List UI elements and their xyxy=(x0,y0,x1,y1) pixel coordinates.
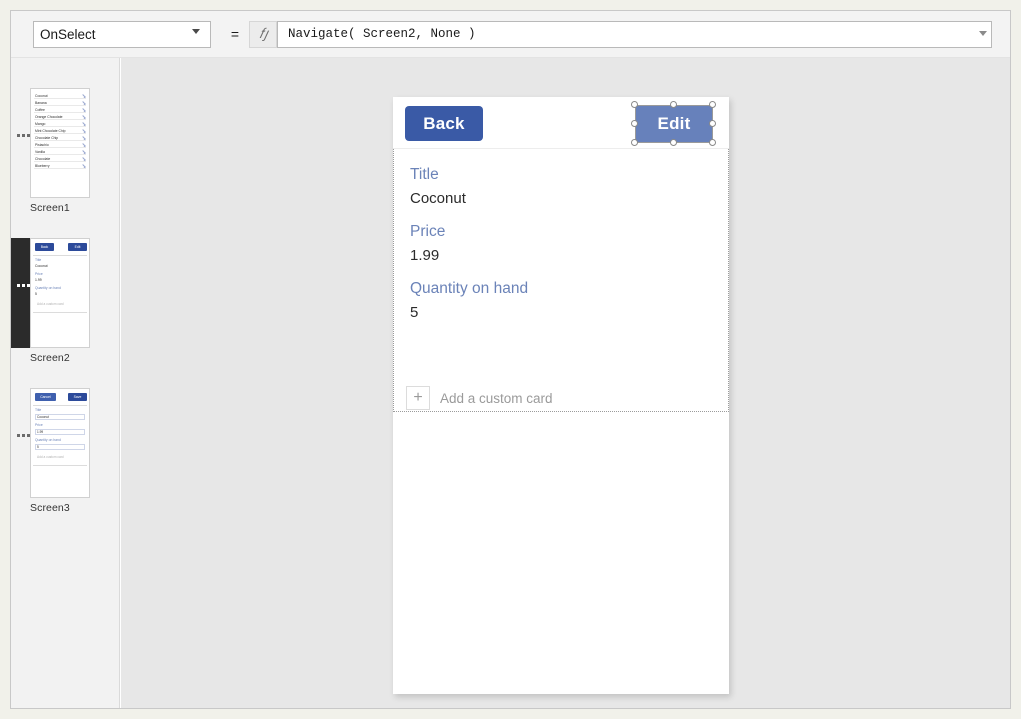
form-field-quantity-on-hand[interactable]: Quantity on hand 5 xyxy=(410,279,528,323)
formula-input[interactable]: Navigate( Screen2, None ) xyxy=(277,21,992,48)
add-custom-card-label: Add a custom card xyxy=(440,391,553,406)
thumb-cancel-button: Cancel xyxy=(35,393,56,401)
resize-handle-sw[interactable] xyxy=(631,139,638,146)
screen3-label: Screen3 xyxy=(30,502,70,514)
thumb-divider xyxy=(33,312,87,313)
thumb-list-item: Coconut xyxy=(34,93,86,99)
thumb-list-item: Blueberry xyxy=(34,163,86,169)
fx-icon[interactable]: 𝑓𝚥 xyxy=(249,21,277,48)
thumb-add-custom-card: Add a custom card xyxy=(37,302,64,306)
thumb-field-value: Coconut xyxy=(35,264,48,268)
thumb-field-input: Coconut xyxy=(35,414,85,420)
property-select[interactable]: OnSelect xyxy=(33,21,211,48)
formula-expand-chevron-down-icon[interactable] xyxy=(979,31,987,36)
thumb-list-item: Pistachio xyxy=(34,142,86,148)
resize-handle-w[interactable] xyxy=(631,120,638,127)
screens-sidebar[interactable]: Coconut Banana Coffee Orange Chocolate M… xyxy=(11,58,120,708)
resize-handle-ne[interactable] xyxy=(709,101,716,108)
field-value: 5 xyxy=(410,303,528,323)
plus-icon: + xyxy=(406,386,430,410)
formula-bar: OnSelect = 𝑓𝚥 Navigate( Screen2, None ) xyxy=(11,11,1010,58)
selection-indicator xyxy=(11,238,30,348)
form-field-price[interactable]: Price 1.99 xyxy=(410,222,445,266)
thumb-field-value: 1.99 xyxy=(35,278,42,282)
ellipsis-icon[interactable] xyxy=(17,284,30,288)
edit-button[interactable]: Edit xyxy=(635,105,713,143)
thumb-field-label: Quantity on hand xyxy=(35,286,61,290)
thumb-list-item: Chocolate xyxy=(34,156,86,162)
edit-button-selection[interactable]: Edit xyxy=(635,105,713,143)
thumb-list-item: Banana xyxy=(34,100,86,106)
resize-handle-se[interactable] xyxy=(709,139,716,146)
thumb-field-input: 5 xyxy=(35,444,85,450)
resize-handle-n[interactable] xyxy=(670,101,677,108)
thumb-field-label: Title xyxy=(35,258,41,262)
power-apps-studio-window: OnSelect = 𝑓𝚥 Navigate( Screen2, None ) … xyxy=(10,10,1011,709)
thumb-field-label: Quantity on hand xyxy=(35,438,61,442)
add-custom-card-button[interactable]: + Add a custom card xyxy=(406,386,553,410)
thumb-list-item: Mint Chocolate Chip xyxy=(34,128,86,134)
field-label: Title xyxy=(410,165,466,185)
thumb-field-label: Price xyxy=(35,272,43,276)
thumb-edit-button: Edit xyxy=(68,243,87,251)
screen3-thumbnail[interactable]: Cancel Save Title Coconut Price 1.99 Qua… xyxy=(30,388,90,498)
thumb-divider xyxy=(33,405,87,406)
ellipsis-icon[interactable] xyxy=(17,134,30,138)
field-label: Quantity on hand xyxy=(410,279,528,299)
back-button[interactable]: Back xyxy=(405,106,483,141)
ellipsis-icon[interactable] xyxy=(17,434,30,438)
thumb-list-item: Chocolate Chip xyxy=(34,135,86,141)
field-label: Price xyxy=(410,222,445,242)
field-value: Coconut xyxy=(410,189,466,209)
thumb-list-item: Coffee xyxy=(34,107,86,113)
resize-handle-e[interactable] xyxy=(709,120,716,127)
form-field-title[interactable]: Title Coconut xyxy=(410,165,466,209)
app-root: OnSelect = 𝑓𝚥 Navigate( Screen2, None ) … xyxy=(0,0,1021,719)
thumb-add-custom-card: Add a custom card xyxy=(37,455,64,459)
field-value: 1.99 xyxy=(410,246,445,266)
app-screen-preview[interactable]: Back Edit Title xyxy=(393,97,729,694)
screen1-thumbnail[interactable]: Coconut Banana Coffee Orange Chocolate M… xyxy=(30,88,90,198)
thumb-list-item: Vanilla xyxy=(34,149,86,155)
thumb-field-label: Title xyxy=(35,408,41,412)
thumb-field-input: 1.99 xyxy=(35,429,85,435)
thumb-save-button: Save xyxy=(68,393,87,401)
thumb-field-label: Price xyxy=(35,423,43,427)
thumb-divider xyxy=(33,255,87,256)
thumb-divider xyxy=(33,465,87,466)
design-canvas[interactable]: Back Edit Title xyxy=(121,58,1010,708)
thumb-field-value: 5 xyxy=(35,292,37,296)
screen1-label: Screen1 xyxy=(30,202,70,214)
screen-top-bar: Back Edit xyxy=(393,97,729,149)
display-form[interactable]: Title Coconut Price 1.99 Quantity on han… xyxy=(393,149,729,412)
equals-sign: = xyxy=(227,26,243,42)
screen2-thumbnail[interactable]: Back Edit Title Coconut Price 1.99 Quant… xyxy=(30,238,90,348)
thumb-list-item: Mango xyxy=(34,121,86,127)
resize-handle-nw[interactable] xyxy=(631,101,638,108)
screen2-label: Screen2 xyxy=(30,352,70,364)
thumb-back-button: Back xyxy=(35,243,54,251)
thumb-list-item: Orange Chocolate xyxy=(34,114,86,120)
resize-handle-s[interactable] xyxy=(670,139,677,146)
